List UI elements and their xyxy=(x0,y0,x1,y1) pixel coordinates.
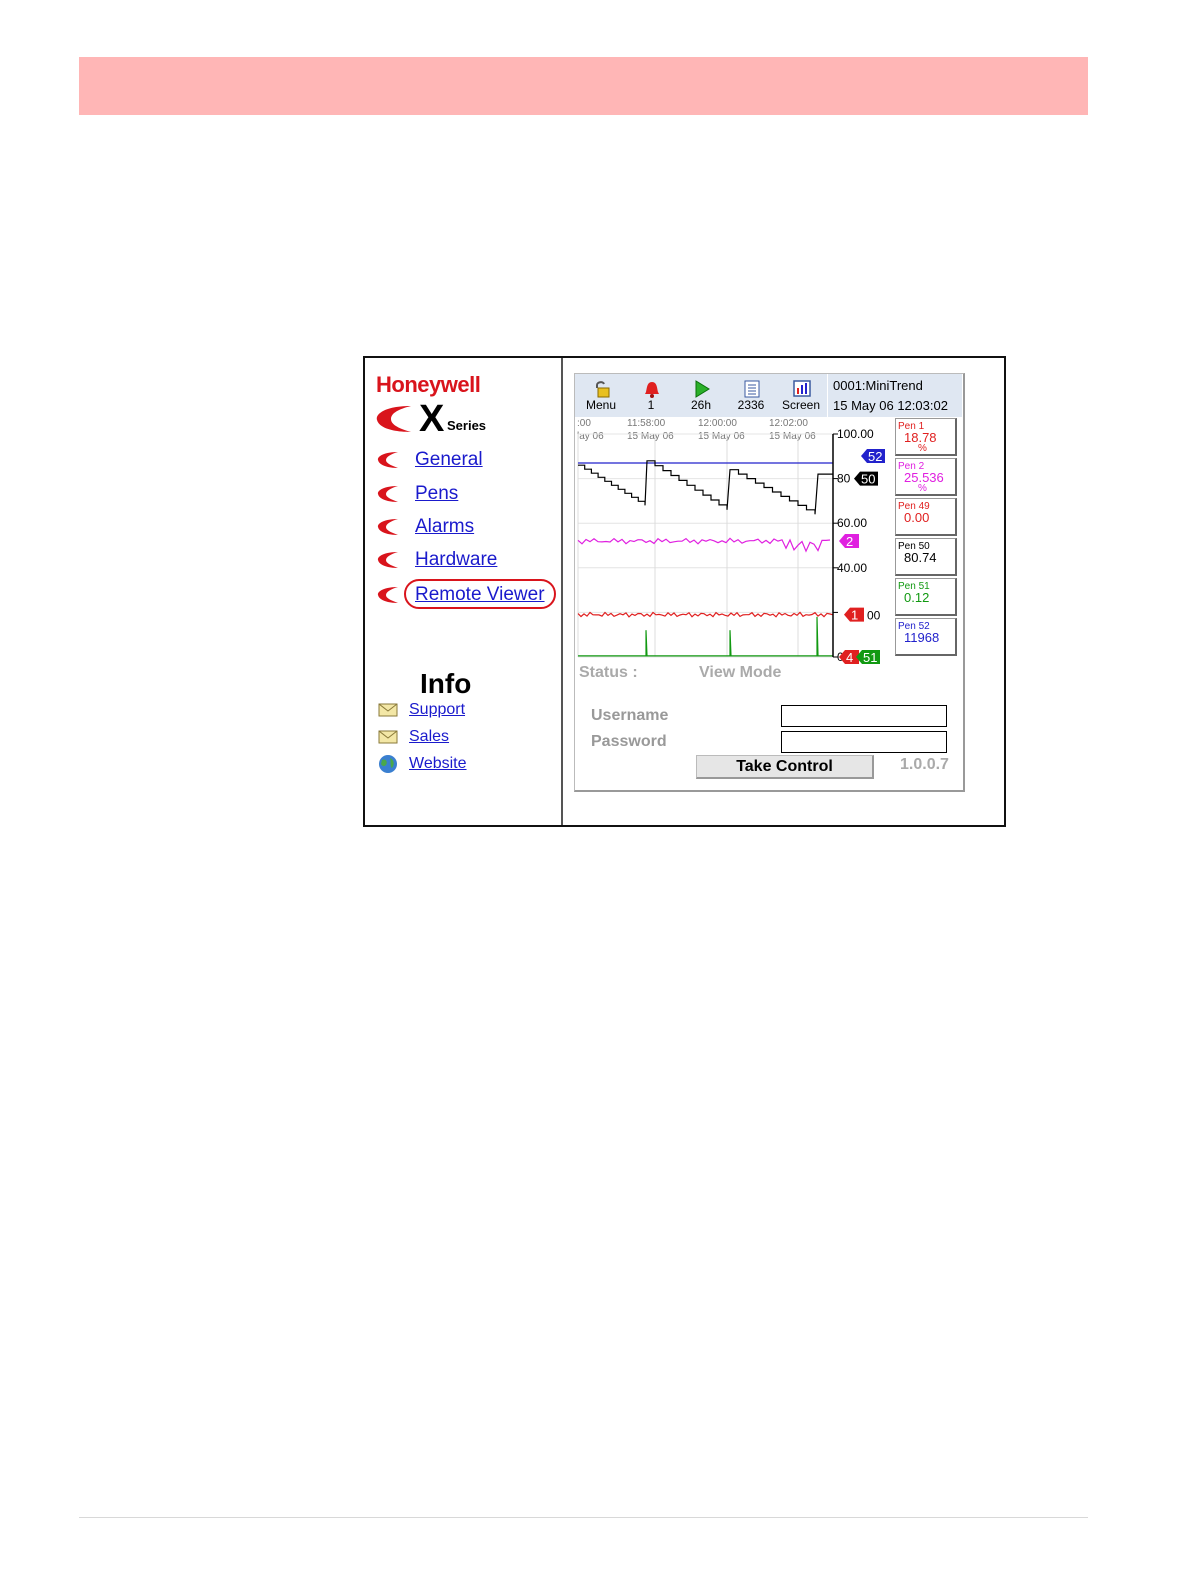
envelope-icon xyxy=(378,703,398,717)
nav-link-remote-viewer[interactable]: Remote Viewer xyxy=(415,584,545,606)
pen-unit: % xyxy=(918,443,927,454)
swoosh-bullet-icon xyxy=(377,486,398,502)
series-line-1 xyxy=(577,611,834,618)
pen-value: 80.74 xyxy=(904,550,937,565)
marker-label: 2 xyxy=(846,534,853,549)
y-tick-label: 80 xyxy=(837,472,851,486)
chart-grid xyxy=(577,433,833,658)
marker-50: 50 xyxy=(854,471,878,487)
swoosh-bullet-icon xyxy=(377,552,398,568)
marker-1: 1 xyxy=(844,607,864,623)
info-link-support[interactable]: Support xyxy=(409,701,465,719)
info-link-sales[interactable]: Sales xyxy=(409,728,449,746)
nav-link-hardware[interactable]: Hardware xyxy=(415,549,497,571)
info-title: Info xyxy=(420,668,472,699)
pen-box[interactable]: Pen 2 25.536% xyxy=(895,458,957,496)
y-tick-label: 60.00 xyxy=(837,516,867,530)
y-tick-label: 100.00 xyxy=(837,427,874,441)
envelope-icon xyxy=(378,730,398,744)
swoosh-bullet-icon xyxy=(377,519,398,535)
screenshot-frame: Honeywell X Series General Pens Alarms H… xyxy=(363,356,1006,827)
series-word: Series xyxy=(447,418,487,433)
username-input[interactable] xyxy=(781,705,947,727)
nav-link-alarms[interactable]: Alarms xyxy=(415,516,474,538)
username-label: Username xyxy=(591,707,669,724)
page-footer-rule xyxy=(79,1517,1088,1518)
x-series-logo: X Series xyxy=(375,398,505,440)
status-value: View Mode xyxy=(699,664,782,681)
pen-box[interactable]: Pen 49 0.00 xyxy=(895,498,957,536)
marker-label: 1 xyxy=(851,608,858,623)
swoosh-bullet-icon xyxy=(377,587,398,603)
remote-viewer-pane: Menu 1 26h 2336 Screen 0001:MiniTrend 15… xyxy=(563,358,1004,825)
take-control-button[interactable]: Take Control xyxy=(696,755,874,779)
marker-label: 4 xyxy=(846,650,853,664)
chart-series xyxy=(577,460,834,657)
marker-51: 51 xyxy=(856,650,880,664)
marker-label: 50 xyxy=(861,472,875,487)
marker-52: 52 xyxy=(861,448,885,464)
x-letter: X xyxy=(419,398,445,440)
pen-value: 11968 xyxy=(904,630,940,645)
nav-link-general[interactable]: General xyxy=(415,449,483,471)
marker-tick-fragment: 00 xyxy=(867,609,881,623)
nav-link-pens[interactable]: Pens xyxy=(415,483,458,505)
series-line-51 xyxy=(578,616,833,657)
pen-value: 0.00 xyxy=(904,510,930,525)
status-label: Status : xyxy=(579,664,638,681)
page-header-band xyxy=(79,57,1088,115)
marker-label: 52 xyxy=(868,449,882,464)
pen-box[interactable]: Pen 51 0.12 xyxy=(895,578,957,616)
password-input[interactable] xyxy=(781,731,947,753)
password-label: Password xyxy=(591,733,667,750)
pen-value: 0.12 xyxy=(904,590,930,605)
brand-logo: Honeywell xyxy=(376,372,481,397)
pen-box[interactable]: Pen 1 18.78% xyxy=(895,418,957,456)
series-line-50 xyxy=(578,460,833,515)
pen-unit: % xyxy=(918,483,927,494)
version-label: 1.0.0.7 xyxy=(900,756,949,773)
marker-label: 51 xyxy=(863,650,877,664)
y-tick-label: 40.00 xyxy=(837,561,867,575)
swoosh-icon xyxy=(376,406,411,432)
swoosh-bullet-icon xyxy=(377,452,398,468)
info-link-website[interactable]: Website xyxy=(409,755,467,773)
marker-2: 2 xyxy=(839,534,859,549)
left-nav-pane: Honeywell X Series General Pens Alarms H… xyxy=(365,358,563,825)
pen-box[interactable]: Pen 52 11968 xyxy=(895,618,957,656)
globe-icon xyxy=(379,755,397,773)
trend-chart: 100.008060.0040.000. 52502145100 xyxy=(577,427,885,664)
series-line-2 xyxy=(577,537,831,553)
pen-box[interactable]: Pen 50 80.74 xyxy=(895,538,957,576)
recorder-screen: Menu 1 26h 2336 Screen 0001:MiniTrend 15… xyxy=(574,373,965,792)
